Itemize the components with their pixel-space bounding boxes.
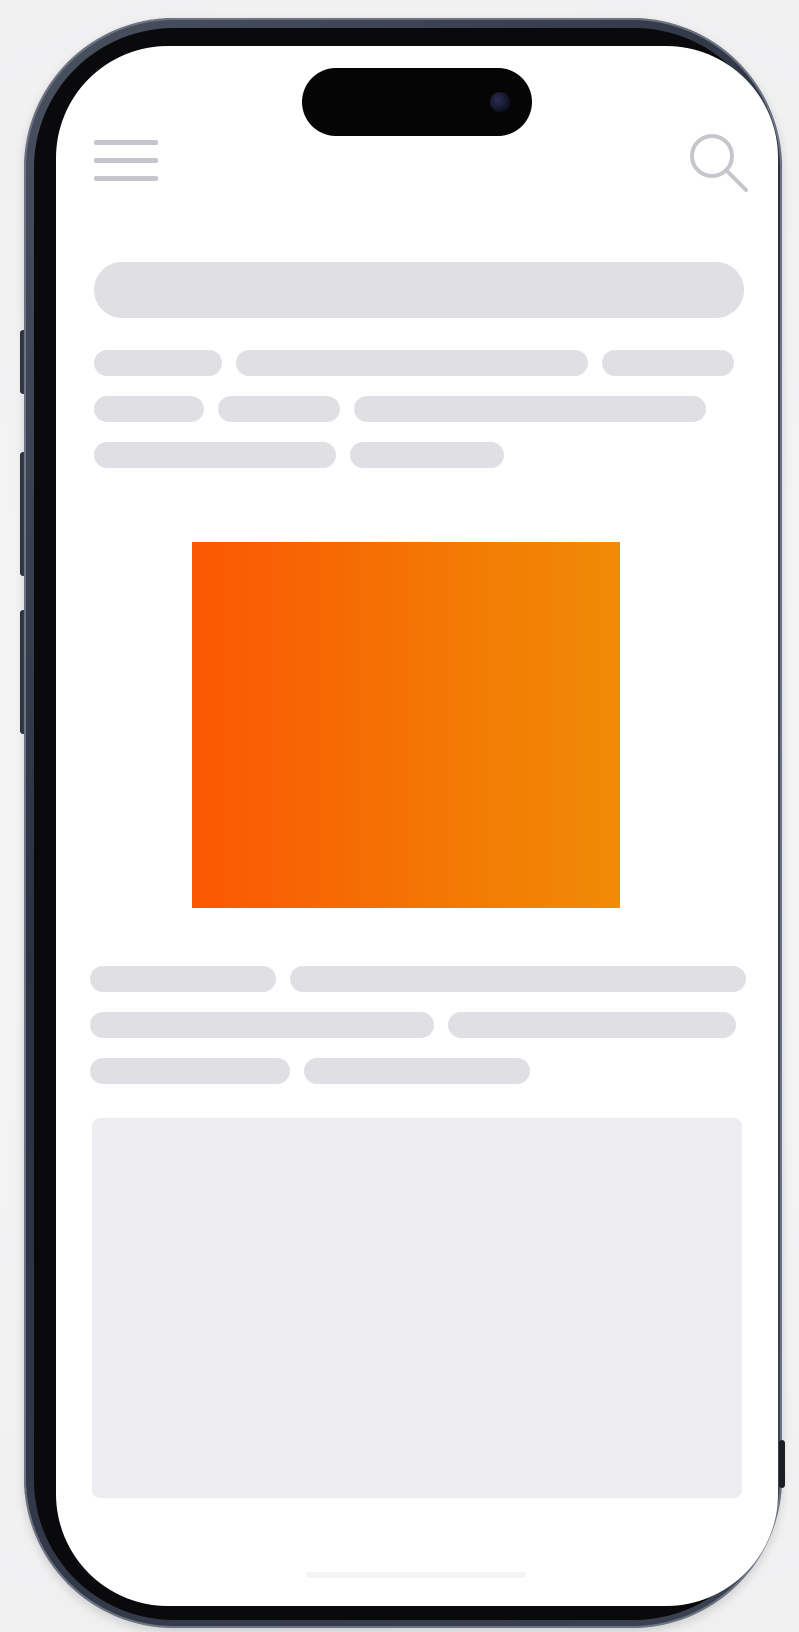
hero-image-placeholder [192, 542, 620, 908]
skeleton-text-line [304, 1058, 530, 1084]
front-camera-icon [490, 92, 510, 112]
phone-screen [56, 46, 778, 1606]
hamburger-menu-icon[interactable] [94, 138, 158, 186]
skeleton-text-line [236, 350, 588, 376]
skeleton-text-line [290, 966, 746, 992]
skeleton-text-line [90, 1058, 290, 1084]
skeleton-text-line [448, 1012, 736, 1038]
skeleton-text-line [94, 396, 204, 422]
skeleton-content-block [92, 1118, 742, 1498]
skeleton-text-line [350, 442, 504, 468]
skeleton-text-line [94, 350, 222, 376]
skeleton-text-line [90, 1012, 434, 1038]
skeleton-text-line [90, 966, 276, 992]
skeleton-title [94, 262, 744, 318]
power-button [779, 1440, 785, 1488]
dynamic-island [302, 68, 532, 136]
magnifying-glass-icon[interactable] [686, 130, 752, 196]
skeleton-text-line [218, 396, 340, 422]
skeleton-text-line [94, 442, 336, 468]
skeleton-text-line [354, 396, 706, 422]
stage [0, 0, 799, 1632]
home-indicator [306, 1572, 526, 1578]
skeleton-text-line [602, 350, 734, 376]
